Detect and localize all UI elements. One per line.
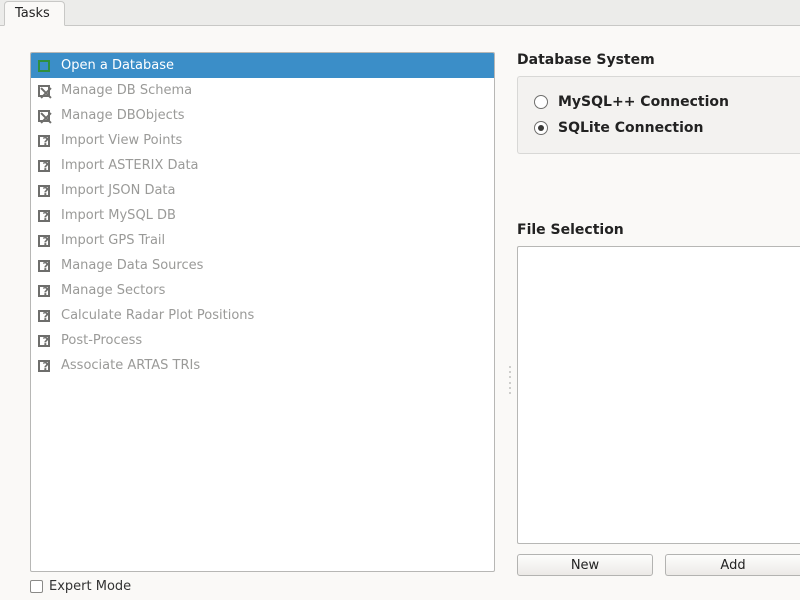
expert-mode-checkbox[interactable]	[30, 580, 43, 593]
question-box-icon	[37, 159, 51, 173]
task-item-label: Open a Database	[61, 58, 174, 73]
task-item[interactable]: Open a Database	[31, 53, 494, 78]
task-item[interactable]: Associate ARTAS TRIs	[31, 353, 494, 378]
radio-button[interactable]	[534, 121, 548, 135]
question-box-icon	[37, 234, 51, 248]
task-item-label: Manage DBObjects	[61, 108, 185, 123]
radio-label: SQLite Connection	[558, 120, 703, 136]
x-box-icon	[37, 109, 51, 123]
x-box-icon	[37, 84, 51, 98]
task-item-label: Post-Process	[61, 333, 142, 348]
task-list[interactable]: Open a Database Manage DB Schema Manage DB…	[30, 52, 495, 572]
file-selection-list[interactable]	[517, 246, 800, 544]
task-item-label: Import MySQL DB	[61, 208, 176, 223]
add-button[interactable]: Add	[665, 554, 800, 576]
task-item-label: Associate ARTAS TRIs	[61, 358, 200, 373]
question-box-icon	[37, 134, 51, 148]
task-item[interactable]: Import JSON Data	[31, 178, 494, 203]
tab-tasks[interactable]: Tasks	[4, 1, 65, 26]
splitter-handle[interactable]	[508, 366, 512, 394]
task-item-label: Manage Data Sources	[61, 258, 203, 273]
file-selection-label: File Selection	[517, 222, 800, 238]
task-item[interactable]: Import View Points	[31, 128, 494, 153]
task-item-label: Import GPS Trail	[61, 233, 165, 248]
task-item[interactable]: Import ASTERIX Data	[31, 153, 494, 178]
radio-row[interactable]: SQLite Connection	[534, 115, 790, 141]
task-item[interactable]: Manage DB Schema	[31, 78, 494, 103]
radio-label: MySQL++ Connection	[558, 94, 729, 110]
tasks-page: Open a Database Manage DB Schema Manage DB…	[0, 26, 800, 600]
new-button[interactable]: New	[517, 554, 653, 576]
database-system-label: Database System	[517, 52, 800, 68]
open-square-icon	[37, 59, 51, 73]
task-item[interactable]: Manage DBObjects	[31, 103, 494, 128]
radio-button[interactable]	[534, 95, 548, 109]
question-box-icon	[37, 209, 51, 223]
question-box-icon	[37, 259, 51, 273]
task-item[interactable]: Import MySQL DB	[31, 203, 494, 228]
question-box-icon	[37, 184, 51, 198]
task-item[interactable]: Calculate Radar Plot Positions	[31, 303, 494, 328]
question-box-icon	[37, 309, 51, 323]
task-item-label: Import JSON Data	[61, 183, 176, 198]
question-box-icon	[37, 359, 51, 373]
task-item-label: Calculate Radar Plot Positions	[61, 308, 254, 323]
radio-row[interactable]: MySQL++ Connection	[534, 89, 790, 115]
task-item-label: Manage Sectors	[61, 283, 165, 298]
task-item-label: Import ASTERIX Data	[61, 158, 199, 173]
task-item[interactable]: Manage Sectors	[31, 278, 494, 303]
question-box-icon	[37, 334, 51, 348]
task-item[interactable]: Manage Data Sources	[31, 253, 494, 278]
tab-strip: Tasks	[0, 0, 800, 26]
task-item-label: Manage DB Schema	[61, 83, 192, 98]
task-item[interactable]: Import GPS Trail	[31, 228, 494, 253]
task-item[interactable]: Post-Process	[31, 328, 494, 353]
question-box-icon	[37, 284, 51, 298]
expert-mode-label: Expert Mode	[49, 579, 131, 594]
database-system-group: MySQL++ Connection SQLite Connection	[517, 76, 800, 154]
task-item-label: Import View Points	[61, 133, 182, 148]
